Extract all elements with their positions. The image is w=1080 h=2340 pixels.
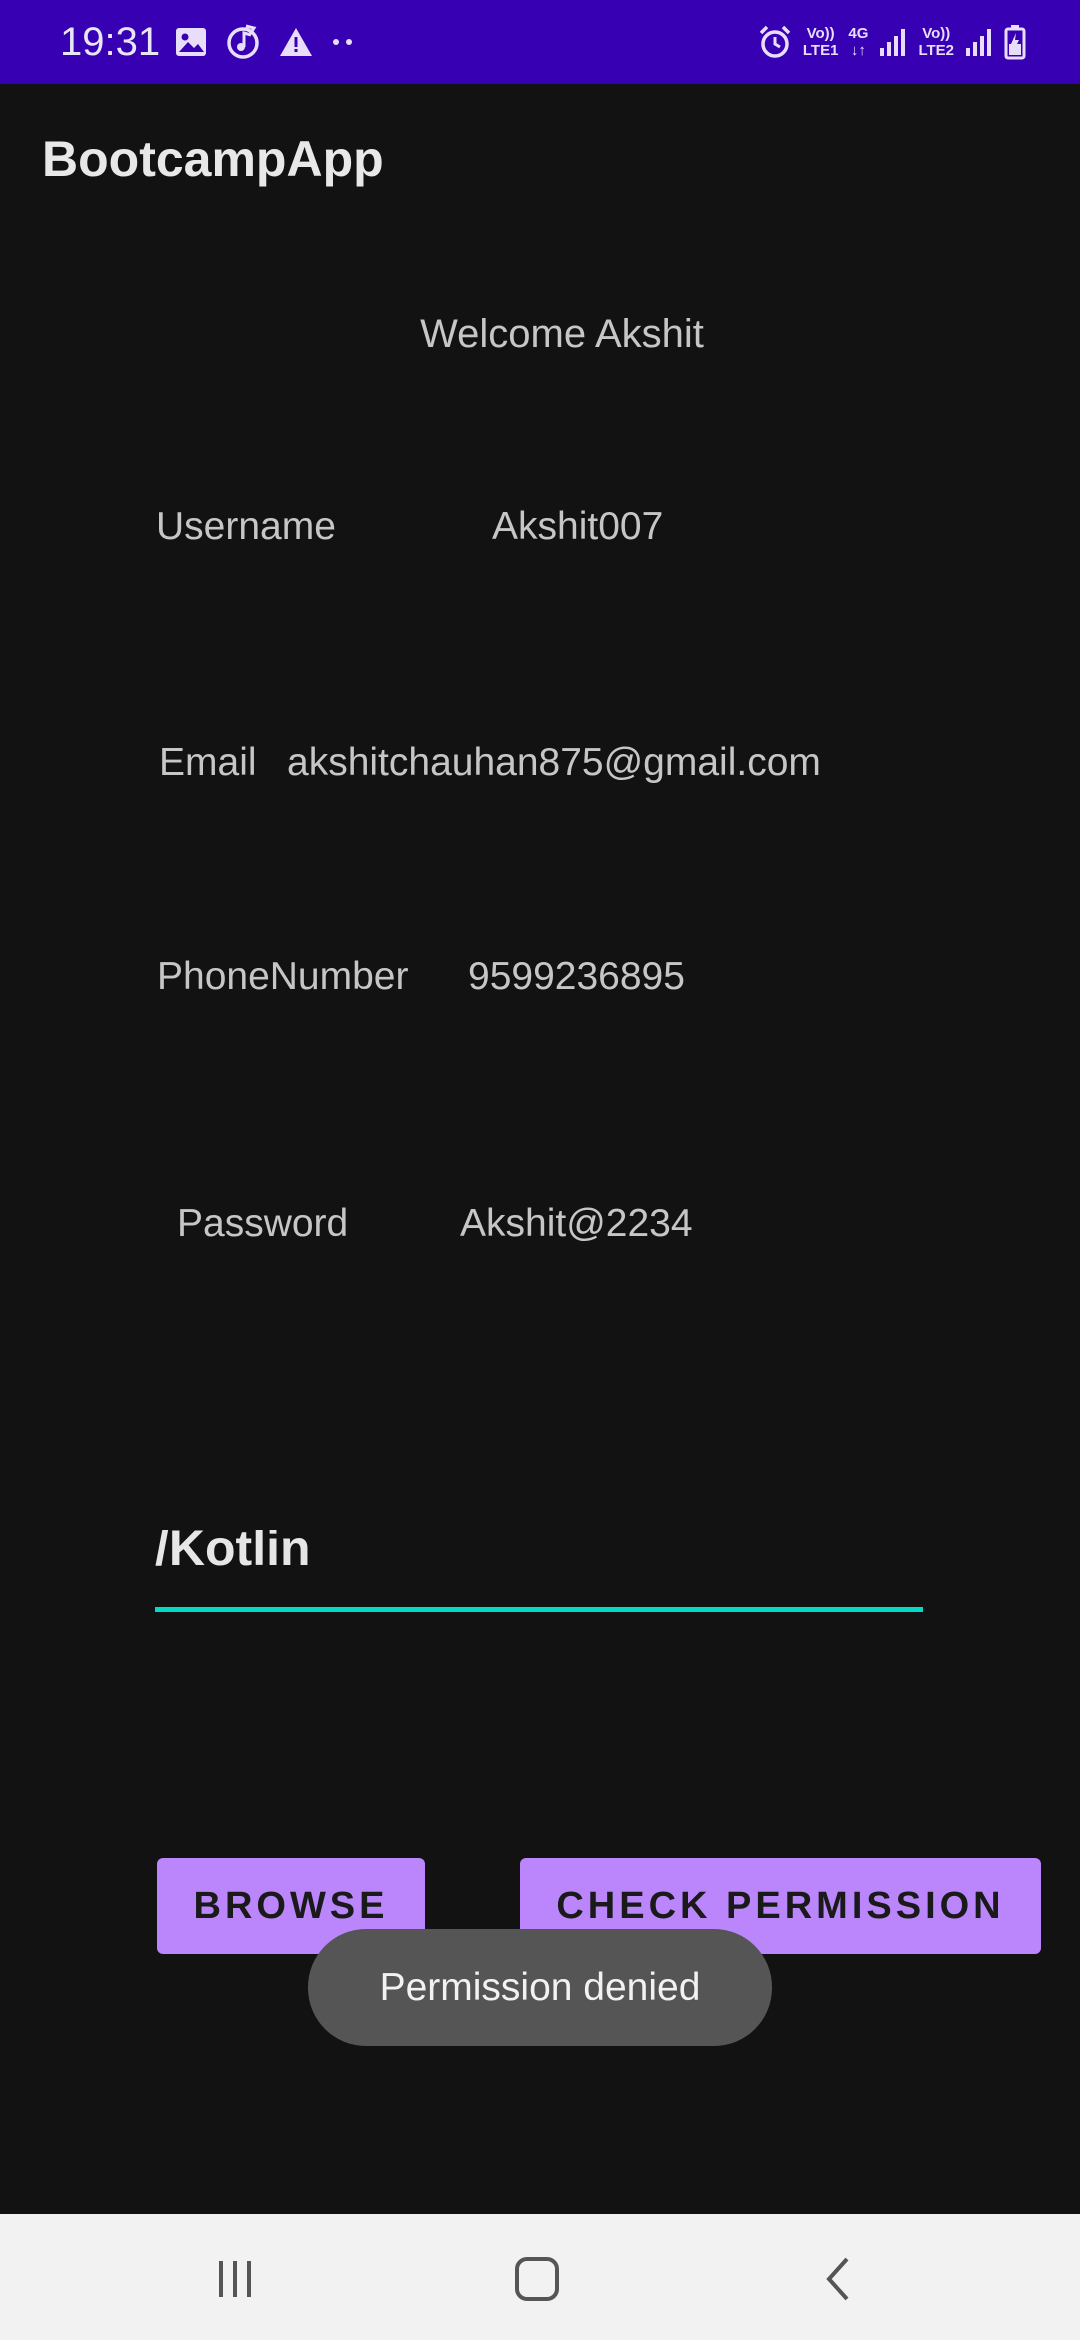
phone-value: 9599236895 bbox=[468, 955, 685, 998]
status-system-icons: Vo)) LTE1 4G ↓↑ Vo)) LTE2 bbox=[757, 16, 1026, 68]
alarm-icon bbox=[759, 25, 791, 58]
sim1-volte-text: Vo)) bbox=[806, 25, 835, 42]
email-value: akshitchauhan875@gmail.com bbox=[287, 741, 821, 784]
path-edit-field[interactable]: /Kotlin bbox=[155, 1530, 923, 1612]
battery-charging-icon bbox=[1004, 25, 1026, 60]
password-value: Akshit@2234 bbox=[460, 1202, 693, 1245]
music-sync-icon bbox=[227, 24, 259, 59]
recent-apps-button[interactable] bbox=[200, 2244, 270, 2314]
home-icon bbox=[515, 2257, 559, 2301]
more-dots-icon bbox=[333, 39, 352, 45]
network-type-text: 4G bbox=[848, 25, 869, 42]
image-icon bbox=[176, 28, 206, 56]
username-value: Akshit007 bbox=[492, 505, 664, 548]
toast-message: Permission denied bbox=[308, 1929, 772, 2046]
email-label: Email bbox=[159, 741, 257, 784]
home-button[interactable] bbox=[502, 2244, 572, 2314]
data-arrows-icon: ↓↑ bbox=[850, 42, 866, 59]
edit-underline bbox=[155, 1607, 923, 1612]
back-icon bbox=[826, 2257, 849, 2301]
status-bar: 19:31 Vo)) LTE1 4G ↓↑ Vo)) LTE2 bbox=[0, 0, 1080, 84]
path-edit-text: /Kotlin bbox=[155, 1530, 311, 1576]
back-button[interactable] bbox=[804, 2244, 874, 2314]
sim1-lte-text: LTE1 bbox=[802, 42, 839, 59]
phone-label: PhoneNumber bbox=[157, 955, 409, 998]
app-title: BootcampApp bbox=[42, 131, 384, 187]
welcome-text: Welcome Akshit bbox=[420, 312, 704, 356]
recent-apps-icon bbox=[219, 2261, 251, 2297]
sim2-lte-text: LTE2 bbox=[918, 42, 954, 59]
sim2-volte-label: Vo)) LTE2 bbox=[918, 25, 954, 59]
signal-icon bbox=[966, 29, 991, 56]
username-label: Username bbox=[156, 505, 336, 548]
status-notification-icons bbox=[174, 20, 356, 64]
password-label: Password bbox=[177, 1202, 349, 1245]
network-type-label: 4G ↓↑ bbox=[848, 25, 868, 59]
signal-icon bbox=[880, 29, 906, 56]
sim2-volte-text: Vo)) bbox=[922, 25, 951, 42]
warning-icon bbox=[280, 28, 312, 56]
navigation-bar bbox=[0, 2214, 1080, 2340]
sim1-volte-label: Vo)) LTE1 bbox=[803, 25, 839, 59]
status-time: 19:31 bbox=[60, 20, 161, 64]
